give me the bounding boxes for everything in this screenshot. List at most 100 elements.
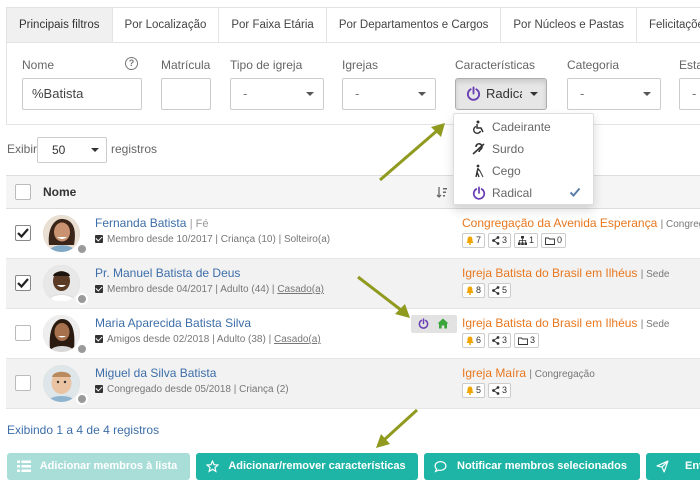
marital-status-link[interactable]: Casado(a) xyxy=(274,334,321,345)
table-row[interactable]: Maria Aparecida Batista Silva Amigos des… xyxy=(6,309,700,359)
church-link[interactable]: Igreja Batista do Brasil em Ilhéus | Sed… xyxy=(462,266,670,280)
avatar xyxy=(43,315,80,352)
share-chip[interactable]: 3 xyxy=(488,333,512,348)
share-chip[interactable]: 5 xyxy=(488,283,512,298)
member-meta-text: Amigos desde 02/2018 | Adulto (38) | xyxy=(107,334,274,345)
esta-value: - xyxy=(692,86,697,101)
church-type: | Congregação xyxy=(660,219,700,230)
status-dot xyxy=(76,393,88,405)
option-label: Cadeirante xyxy=(492,120,551,134)
categoria-select[interactable]: - xyxy=(567,78,661,110)
notify-members-button[interactable]: Notificar membros selecionados xyxy=(424,453,640,480)
tipo-igreja-select[interactable]: - xyxy=(230,78,324,110)
status-dot xyxy=(76,293,88,305)
tab-felicitacoes[interactable]: Felicitações xyxy=(637,8,700,42)
help-icon[interactable]: ? xyxy=(125,57,138,70)
table-row[interactable]: Fernanda Batista | Fé Membro desde 10/20… xyxy=(6,209,700,259)
tab-por-nucleos[interactable]: Por Núcleos e Pastas xyxy=(501,8,637,42)
share-chip[interactable]: 3 xyxy=(488,383,512,398)
member-name-text[interactable]: Fernanda Batista xyxy=(95,216,186,230)
per-page-select[interactable]: 50 xyxy=(37,137,107,163)
per-page-value: 50 xyxy=(52,143,66,157)
bell-chip[interactable]: 8 xyxy=(462,283,486,298)
status-dot xyxy=(76,343,88,355)
wheelchair-icon xyxy=(473,120,484,134)
blind-icon xyxy=(475,164,484,178)
marital-status-link[interactable]: Casado(a) xyxy=(277,284,324,295)
chip-count: 3 xyxy=(530,335,536,345)
chips: 7 3 1 0 xyxy=(462,233,567,248)
table-header: Nome xyxy=(6,175,700,209)
sort-icon[interactable] xyxy=(436,186,448,198)
option-cego[interactable]: Cego xyxy=(454,160,593,182)
esta-select[interactable]: - xyxy=(679,78,700,110)
chips: 8 5 xyxy=(462,283,512,298)
member-name-text[interactable]: Miguel da Silva Batista xyxy=(95,366,216,380)
igrejas-value: - xyxy=(355,86,360,101)
folder-chip[interactable]: 3 xyxy=(514,333,540,348)
select-all-checkbox[interactable] xyxy=(15,184,31,200)
share-chip[interactable]: 3 xyxy=(488,233,512,248)
annotation-arrow-icon xyxy=(376,408,419,448)
esta-label: Esta xyxy=(679,58,700,72)
member-meta-text: Membro desde 04/2017 | Adulto (44) | xyxy=(107,284,278,295)
row-checkbox[interactable] xyxy=(15,325,31,341)
chip-count: 3 xyxy=(502,385,508,395)
member-name[interactable]: Miguel da Silva Batista xyxy=(95,366,216,380)
row-checkbox[interactable] xyxy=(15,225,31,241)
column-nome[interactable]: Nome xyxy=(43,185,76,199)
row-checkbox[interactable] xyxy=(15,275,31,291)
member-name-suffix: | Fé xyxy=(189,218,209,230)
church-name[interactable]: Igreja Maíra xyxy=(462,366,526,380)
church-name[interactable]: Congregação da Avenida Esperança xyxy=(462,216,657,230)
add-remove-features-button[interactable]: Adicionar/remover características xyxy=(196,453,418,480)
option-surdo[interactable]: Surdo xyxy=(454,138,593,160)
tree-chip[interactable]: 1 xyxy=(514,233,539,248)
church-type: | Sede xyxy=(640,319,670,330)
filter-panel: Nome ? %Batista Matrícula Tipo de igreja… xyxy=(6,43,700,125)
tab-por-faixa-etaria[interactable]: Por Faixa Etária xyxy=(219,8,327,42)
church-link[interactable]: Congregação da Avenida Esperança | Congr… xyxy=(462,216,700,230)
send-button[interactable]: Env xyxy=(646,453,700,480)
church-link[interactable]: Igreja Batista do Brasil em Ilhéus | Sed… xyxy=(462,316,670,330)
church-link[interactable]: Igreja Maíra | Congregação xyxy=(462,366,595,380)
option-cadeirante[interactable]: Cadeirante xyxy=(454,116,593,138)
member-name[interactable]: Fernanda Batista | Fé xyxy=(95,216,209,230)
row-checkbox[interactable] xyxy=(15,375,31,391)
igrejas-label: Igrejas xyxy=(342,58,379,72)
folder-chip[interactable]: 0 xyxy=(541,233,567,248)
row-feature-tags xyxy=(411,315,457,333)
bell-icon xyxy=(466,236,474,245)
chip-count: 5 xyxy=(502,285,508,295)
filter-tabs: Principais filtros Por Localização Por F… xyxy=(6,7,700,43)
member-name[interactable]: Pr. Manuel Batista de Deus xyxy=(95,266,240,280)
church-name[interactable]: Igreja Batista do Brasil em Ilhéus xyxy=(462,316,637,330)
tab-por-departamentos[interactable]: Por Departamentos e Cargos xyxy=(327,8,502,42)
bell-chip[interactable]: 5 xyxy=(462,383,486,398)
member-name[interactable]: Maria Aparecida Batista Silva xyxy=(95,316,251,330)
bell-chip[interactable]: 6 xyxy=(462,333,486,348)
sitemap-icon xyxy=(518,236,528,245)
option-radical[interactable]: Radical xyxy=(454,182,593,204)
add-members-button[interactable]: Adicionar membros à lista xyxy=(7,453,190,480)
nome-input[interactable]: %Batista xyxy=(22,78,142,110)
annotation-arrow-icon xyxy=(357,275,410,318)
tab-por-localizacao[interactable]: Por Localização xyxy=(113,8,220,42)
church-name[interactable]: Igreja Batista do Brasil em Ilhéus xyxy=(462,266,637,280)
igrejas-select[interactable]: - xyxy=(342,78,436,110)
share-icon xyxy=(492,386,500,395)
church-type: | Congregação xyxy=(529,369,595,380)
tab-principais-filtros[interactable]: Principais filtros xyxy=(6,8,113,42)
member-name-text[interactable]: Pr. Manuel Batista de Deus xyxy=(95,266,240,280)
avatar xyxy=(43,365,80,402)
annotation-arrow-icon xyxy=(379,123,445,182)
deaf-icon xyxy=(472,143,485,155)
home-icon xyxy=(437,318,449,329)
table-row[interactable]: Pr. Manuel Batista de Deus Membro desde … xyxy=(6,259,700,309)
matricula-input[interactable] xyxy=(161,78,211,110)
table-row[interactable]: Miguel da Silva Batista Congregado desde… xyxy=(6,359,700,409)
chip-count: 6 xyxy=(476,335,482,345)
bell-chip[interactable]: 7 xyxy=(462,233,486,248)
caracteristicas-select[interactable]: Radical xyxy=(455,78,547,110)
member-name-text[interactable]: Maria Aparecida Batista Silva xyxy=(95,316,251,330)
